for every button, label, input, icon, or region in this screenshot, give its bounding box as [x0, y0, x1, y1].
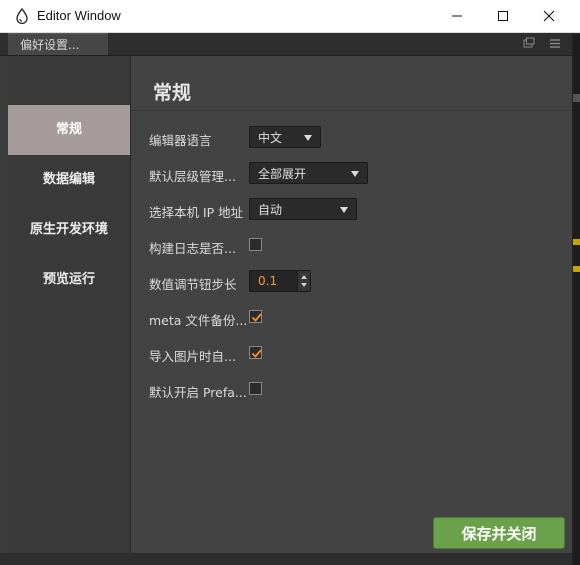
panel-tab-strip: 偏好设置... [0, 33, 572, 56]
tab-preferences[interactable]: 偏好设置... [8, 33, 108, 55]
sidebar-item-data-editing[interactable]: 数据编辑 [8, 155, 130, 205]
prefab-checkbox[interactable] [249, 382, 262, 395]
divider [131, 110, 572, 111]
background-marker [572, 266, 580, 272]
meta-backup-checkbox[interactable] [249, 310, 262, 323]
sidebar-item-general[interactable]: 常规 [8, 105, 130, 155]
build-log-label: 构建日志是否... [149, 241, 236, 256]
minimize-button[interactable] [434, 0, 480, 32]
import-image-label: 导入图片时自... [149, 349, 236, 364]
title-bar[interactable]: Editor Window [0, 0, 580, 33]
hierarchy-select[interactable]: 全部展开 [249, 162, 368, 184]
chevron-down-icon [340, 207, 348, 213]
step-number-input[interactable]: 0.1 [249, 270, 311, 292]
meta-backup-label: meta 文件备份... [149, 313, 248, 328]
language-select[interactable]: 中文 [249, 126, 321, 148]
preferences-content: 常规 编辑器语言 中文 默认层级管理... 全部展开 选择本机 IP 地址 自动… [131, 56, 572, 553]
sidebar-item-native-env[interactable]: 原生开发环境 [8, 205, 130, 255]
ip-label: 选择本机 IP 地址 [149, 205, 244, 220]
app-droplet-icon [16, 8, 28, 24]
preferences-sidebar: 常规 数据编辑 原生开发环境 预览运行 [8, 56, 131, 553]
chevron-down-icon [351, 171, 359, 177]
checkmark-icon [251, 313, 262, 322]
language-select-value: 中文 [258, 131, 283, 145]
hierarchy-label: 默认层级管理... [149, 169, 236, 184]
maximize-icon [498, 11, 508, 21]
ip-select-value: 自动 [258, 203, 283, 217]
page-title: 常规 [153, 82, 192, 104]
ip-select[interactable]: 自动 [249, 198, 357, 220]
background-app-right [572, 34, 580, 565]
import-image-checkbox[interactable] [249, 346, 262, 359]
window-title: Editor Window [37, 8, 121, 23]
step-label: 数值调节钮步长 [149, 277, 237, 292]
popout-icon[interactable] [522, 36, 536, 50]
background-marker [572, 94, 580, 102]
step-value: 0.1 [258, 274, 278, 288]
background-marker [572, 239, 580, 245]
spin-down-icon[interactable] [301, 283, 307, 287]
spin-up-icon[interactable] [301, 275, 307, 279]
build-log-checkbox[interactable] [249, 238, 262, 251]
editor-window: Editor Window 偏好设置... 常规 数据编辑 原生开发环境 预览运… [0, 0, 580, 565]
close-button[interactable] [526, 0, 572, 32]
window-bottom-edge [0, 553, 572, 565]
language-label: 编辑器语言 [149, 133, 212, 148]
close-icon [543, 10, 555, 22]
save-and-close-button[interactable]: 保存并关闭 [433, 517, 565, 549]
maximize-button[interactable] [480, 0, 526, 32]
minimize-icon [452, 15, 462, 17]
prefab-label: 默认开启 Prefa... [149, 385, 247, 400]
sidebar-item-preview-run[interactable]: 预览运行 [8, 255, 130, 305]
hierarchy-select-value: 全部展开 [258, 167, 307, 181]
step-spinner[interactable] [297, 271, 310, 291]
chevron-down-icon [304, 135, 312, 141]
panel-menu-icon[interactable] [548, 36, 562, 50]
checkmark-icon [251, 349, 262, 358]
